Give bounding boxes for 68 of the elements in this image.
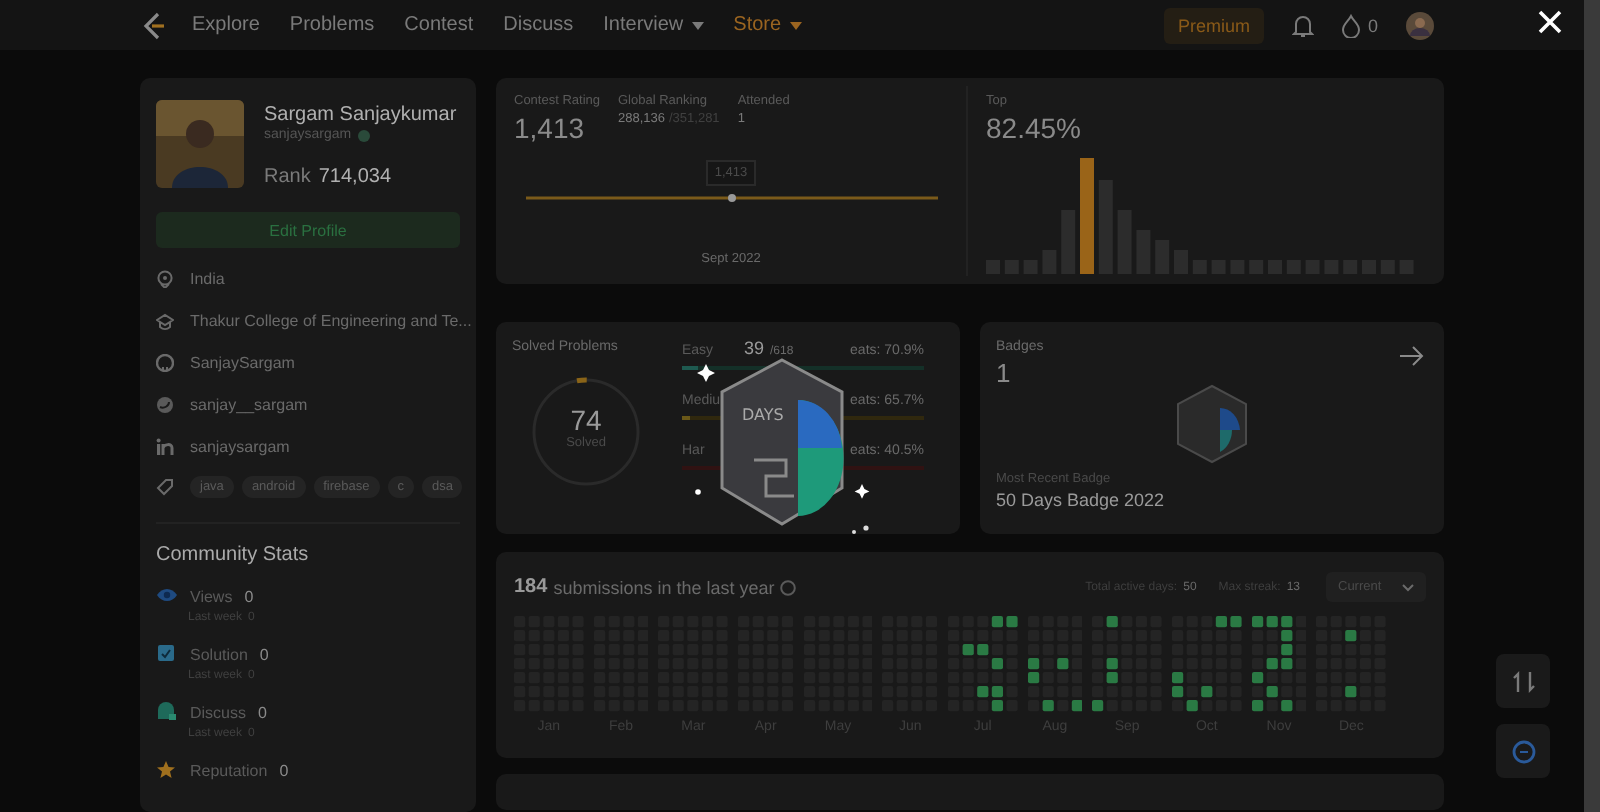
progress-ring [528,374,644,490]
profile-detail: India [190,269,225,287]
nav-link[interactable]: Discuss [503,14,574,36]
profile-detail: Thakur College of Engineering and Te... [190,311,472,329]
eye-icon [156,586,178,606]
stat-value: 0 [258,703,267,721]
profile-detail: SanjaySargam [190,353,295,371]
chevron-down-icon [1402,583,1414,591]
tag-icon [156,477,174,495]
rank-label: Rank [264,166,311,188]
recent-badge-name: 50 Days Badge 2022 [996,490,1167,510]
premium-button[interactable]: Premium [1163,7,1264,43]
solved-number: 39 [744,338,765,358]
avatar-photo [156,100,244,188]
solution-icon [156,644,178,664]
linkedin-icon [156,437,174,455]
stat-value: 0 [244,587,254,605]
top-percentage: 82.45% [986,112,1083,144]
nav-link[interactable]: Problems [289,14,375,36]
activity-grid [1092,616,1162,712]
edit-profile-button[interactable]: Edit Profile [156,212,460,248]
nav-link[interactable]: Explore [192,14,260,36]
verified-icon [357,129,370,141]
solved-count: 74 [568,404,604,436]
avatar-icon[interactable] [1406,11,1434,39]
twitter-icon [156,395,174,413]
school-icon [156,311,174,329]
activity-grid [1316,616,1387,712]
location-icon [156,269,174,287]
submission-text: submissions in the last year [553,577,775,597]
badge-count: 1 [996,358,1013,388]
stat-value: 0 [259,645,269,663]
activity-grid [1171,616,1242,712]
submission-count: 184 [514,576,548,598]
scrollbar[interactable] [1584,0,1600,812]
chat-button[interactable] [1496,724,1550,778]
stat-label: Views [190,587,233,605]
nav-link[interactable]: Contest [404,14,474,36]
stat-label: Reputation [190,761,268,779]
profile-detail: sanjay__sargam [190,395,308,413]
badge-icon[interactable] [1176,384,1248,464]
section-title: Community Stats [156,544,311,566]
logo-icon[interactable] [142,11,166,39]
chat-icon [1511,739,1535,763]
star-icon [156,760,178,780]
profile-detail: sanjaysargam [190,437,290,455]
swap-icon [1511,669,1535,693]
bell-icon[interactable] [1291,13,1314,37]
activity-grid [1251,616,1307,712]
rank-value: 714,034 [318,166,392,188]
switch-button[interactable] [1496,654,1550,708]
nav-link[interactable]: Store [733,14,802,36]
close-icon[interactable] [1538,10,1562,34]
info-icon [780,579,797,595]
discuss-icon [156,702,178,722]
caret-icon [691,21,704,29]
stat-value: 0 [279,761,289,779]
nav-link[interactable]: Interview [603,14,704,36]
user-name: Sargam Sanjaykumar [264,104,457,126]
arrow-right-icon[interactable] [1400,346,1424,366]
activity-grid [947,616,1018,712]
streak-count: 0 [1367,15,1378,35]
activity-grid [1027,616,1083,712]
histogram-bar [1080,158,1094,274]
stat-label: Discuss [190,703,247,721]
contest-rating: 1,413 [514,112,585,144]
stat-label: Solution [190,645,248,663]
caret-icon [789,21,802,29]
